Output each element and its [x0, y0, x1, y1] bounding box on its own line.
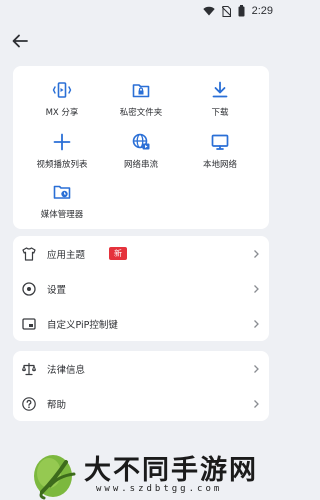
grid-item-mx-share[interactable]: MX 分享 — [20, 80, 104, 124]
chevron-right-icon — [254, 364, 259, 373]
monitor-icon — [210, 132, 230, 152]
menu-item-label: 帮助 — [47, 399, 67, 411]
grid-item-label: 私密文件夹 — [119, 108, 163, 118]
lock-folder-icon — [131, 80, 151, 100]
help-icon — [21, 396, 37, 412]
grid-item-private-folder[interactable]: 私密文件夹 — [99, 80, 183, 124]
chevron-right-icon — [254, 284, 259, 293]
arrow-left-icon — [12, 34, 28, 48]
grid-item-label: 媒体管理器 — [40, 210, 84, 220]
download-icon — [210, 80, 230, 100]
grid-item-media-manager[interactable]: 媒体管理器 — [20, 182, 104, 226]
menu-item-label: 自定义PiP控制键 — [47, 319, 118, 331]
globe-stream-icon — [131, 132, 151, 152]
watermark-logo-icon — [34, 455, 76, 500]
menu-item-label: 设置 — [47, 284, 67, 296]
chevron-right-icon — [254, 319, 259, 328]
watermark-title: 大不同手游网 — [84, 455, 258, 486]
menu-item-label: 法律信息 — [47, 364, 86, 376]
grid-item-label: MX 分享 — [45, 108, 79, 118]
grid-item-label: 本地网络 — [202, 160, 237, 170]
menu-item-help[interactable]: 帮助 — [13, 386, 269, 421]
menu-item-label: 应用主题 — [47, 249, 86, 261]
pip-icon — [21, 316, 37, 332]
wifi-icon — [202, 6, 215, 16]
grid-item-download[interactable]: 下载 — [178, 80, 262, 124]
grid-item-label: 下载 — [211, 108, 229, 118]
media-manager-icon — [52, 182, 72, 202]
grid-item-label: 网络串流 — [123, 160, 158, 170]
settings-icon — [21, 281, 37, 297]
no-sim-icon — [221, 5, 231, 17]
menu-card-info: 法律信息 帮助 — [13, 351, 269, 421]
grid-item-network-stream[interactable]: 网络串流 — [99, 132, 183, 176]
status-time: 2:29 — [251, 5, 273, 17]
back-button[interactable] — [9, 30, 31, 52]
status-bar: 2:29 — [0, 0, 281, 22]
menu-item-settings[interactable]: 设置 — [13, 271, 269, 306]
menu-card-preferences: 应用主题 新 设置 自定义PiP控制键 — [13, 236, 269, 341]
battery-icon — [238, 5, 245, 17]
watermark-url: www.szdbtgg.com — [96, 484, 223, 494]
grid-item-label: 视频播放列表 — [36, 160, 88, 170]
scale-icon — [21, 361, 37, 377]
menu-item-legal-info[interactable]: 法律信息 — [13, 351, 269, 386]
menu-item-app-theme[interactable]: 应用主题 新 — [13, 236, 269, 271]
grid-item-local-network[interactable]: 本地网络 — [178, 132, 262, 176]
shirt-icon — [21, 246, 37, 262]
new-badge: 新 — [109, 247, 127, 260]
grid-item-video-playlist[interactable]: 视频播放列表 — [20, 132, 104, 176]
quick-actions-card: MX 分享 私密文件夹 下载 视频播放列表 网络串流 本地网络 媒体管理器 — [13, 66, 269, 229]
chevron-right-icon — [254, 399, 259, 408]
chevron-right-icon — [254, 249, 259, 258]
plus-icon — [52, 132, 72, 152]
share-icon — [52, 80, 72, 100]
watermark: 大不同手游网 www.szdbtgg.com — [28, 446, 280, 500]
menu-item-custom-pip-controls[interactable]: 自定义PiP控制键 — [13, 306, 269, 341]
